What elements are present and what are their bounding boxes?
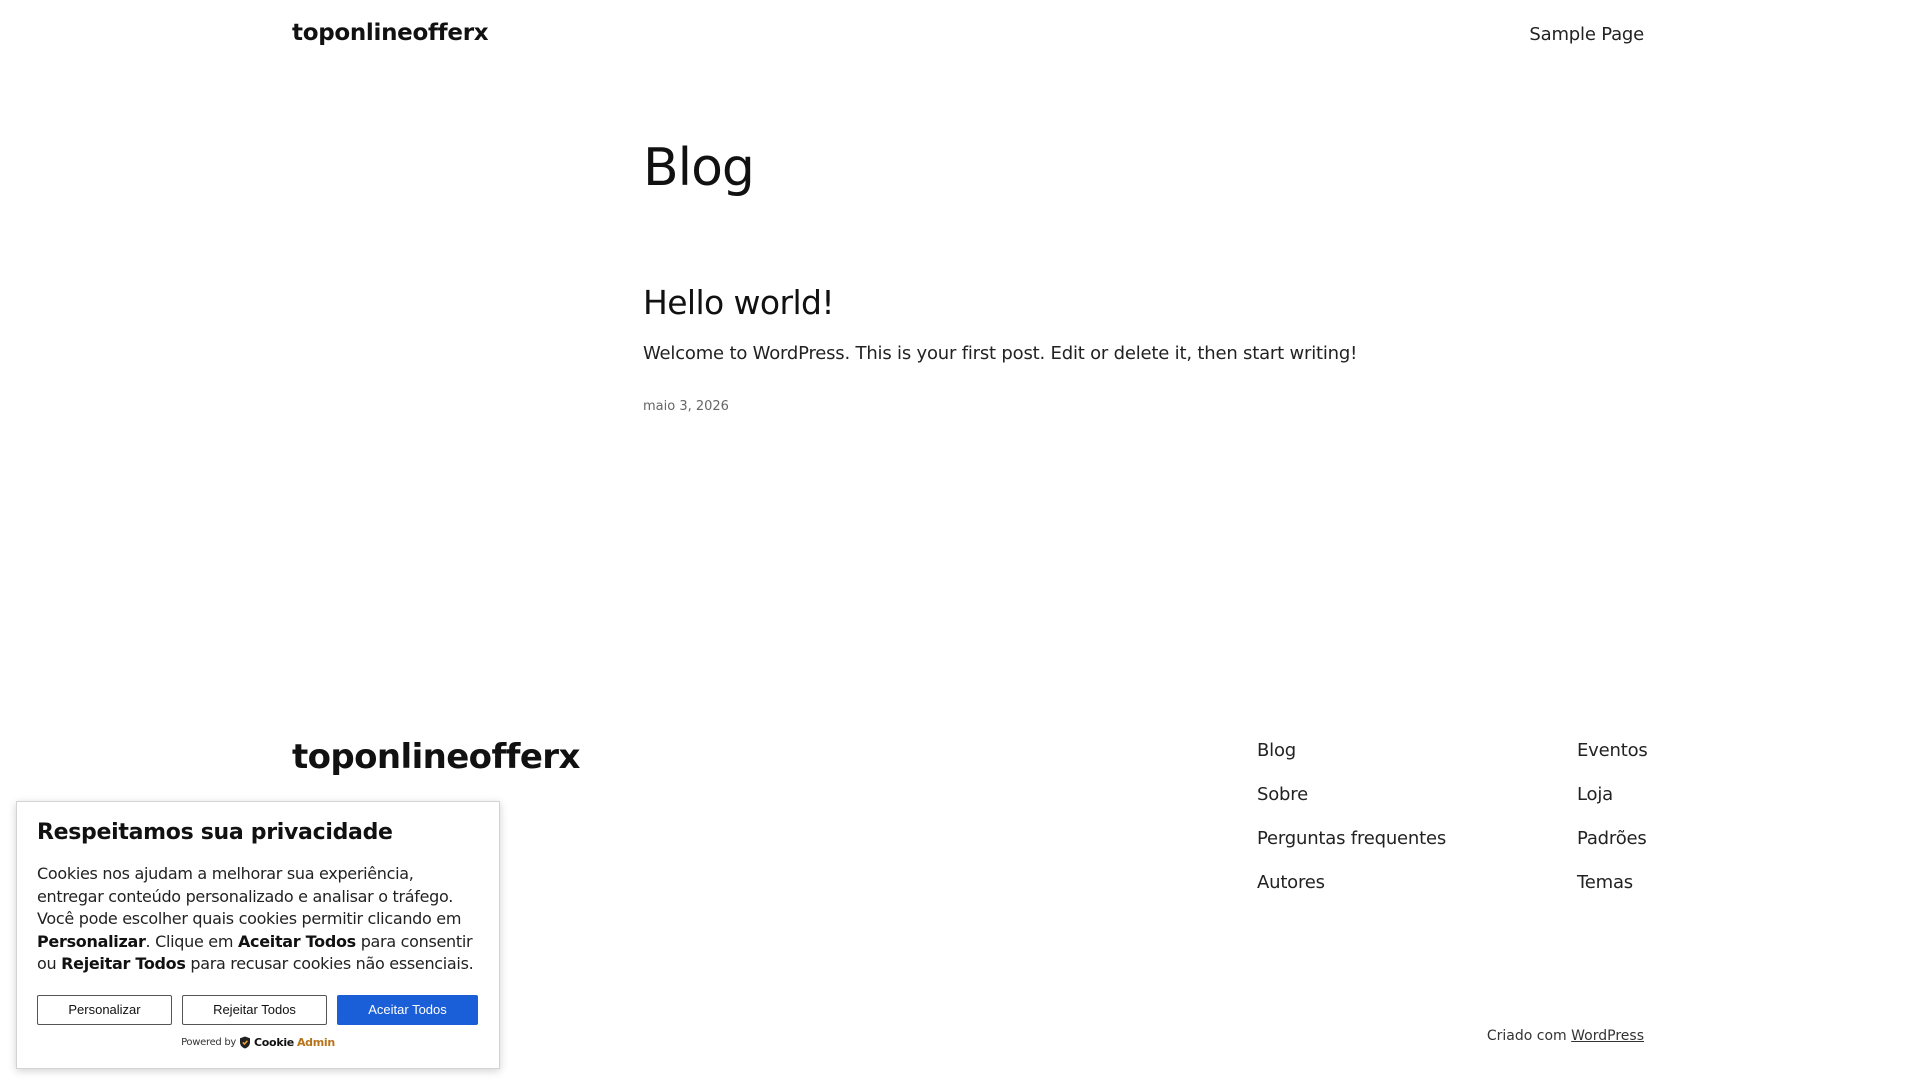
cookie-text-part: . Clique em <box>145 931 238 951</box>
shield-icon <box>239 1036 251 1049</box>
accept-all-button[interactable]: Aceitar Todos <box>337 994 478 1025</box>
cookie-text-bold: Rejeitar Todos <box>61 954 186 973</box>
post-title-link[interactable]: Hello world! <box>643 283 835 322</box>
footer-site-title[interactable]: toponlineofferx <box>292 737 580 777</box>
footer-link-loja[interactable]: Loja <box>1577 783 1648 807</box>
footer-link-blog[interactable]: Blog <box>1257 739 1446 763</box>
footer-link-sobre[interactable]: Sobre <box>1257 783 1446 807</box>
cookie-text-bold: Aceitar Todos <box>237 931 356 951</box>
footer-link-eventos[interactable]: Eventos <box>1577 739 1648 763</box>
brand-name-part-1: Cookie <box>254 1035 294 1049</box>
footer-nav-column-1: Blog Sobre Perguntas frequentes Autores <box>1257 739 1446 895</box>
footer-link-faq[interactable]: Perguntas frequentes <box>1257 827 1446 851</box>
powered-by-label: Powered by <box>181 1036 237 1048</box>
nav-link-sample-page[interactable]: Sample Page <box>1529 24 1644 45</box>
powered-by-cookieadmin[interactable]: Powered by Cookie Admin <box>37 1036 479 1049</box>
post-excerpt: Welcome to WordPress. This is your first… <box>643 343 1358 364</box>
cookie-text-part: Cookies nos ajudam a melhorar sua experi… <box>37 864 462 928</box>
wordpress-link[interactable]: WordPress <box>1571 1028 1644 1044</box>
footer-nav-column-2: Eventos Loja Padrões Temas <box>1577 739 1648 895</box>
cookie-banner-text: Cookies nos ajudam a melhorar sua experi… <box>37 863 479 976</box>
reject-all-button[interactable]: Rejeitar Todos <box>182 994 327 1025</box>
footer-link-temas[interactable]: Temas <box>1577 871 1648 895</box>
footer-credit: Criado com WordPress <box>1487 1028 1644 1044</box>
cookie-banner-title: Respeitamos sua privacidade <box>37 820 393 845</box>
page-title: Blog <box>643 138 755 198</box>
post-date: maio 3, 2026 <box>643 399 729 414</box>
cookie-text-bold: Personalizar <box>37 931 146 951</box>
footer-link-padroes[interactable]: Padrões <box>1577 827 1648 851</box>
cookie-button-row: Personalizar Rejeitar Todos Aceitar Todo… <box>37 994 479 1025</box>
cookie-consent-banner: Respeitamos sua privacidade Cookies nos … <box>16 801 500 1069</box>
customize-button[interactable]: Personalizar <box>37 994 172 1025</box>
cookie-text-part: para recusar cookies não essenciais. <box>185 954 474 973</box>
credit-prefix: Criado com <box>1486 1028 1567 1044</box>
footer-link-autores[interactable]: Autores <box>1257 871 1446 895</box>
site-title[interactable]: toponlineofferx <box>292 20 489 46</box>
brand-name-part-2: Admin <box>296 1035 335 1049</box>
